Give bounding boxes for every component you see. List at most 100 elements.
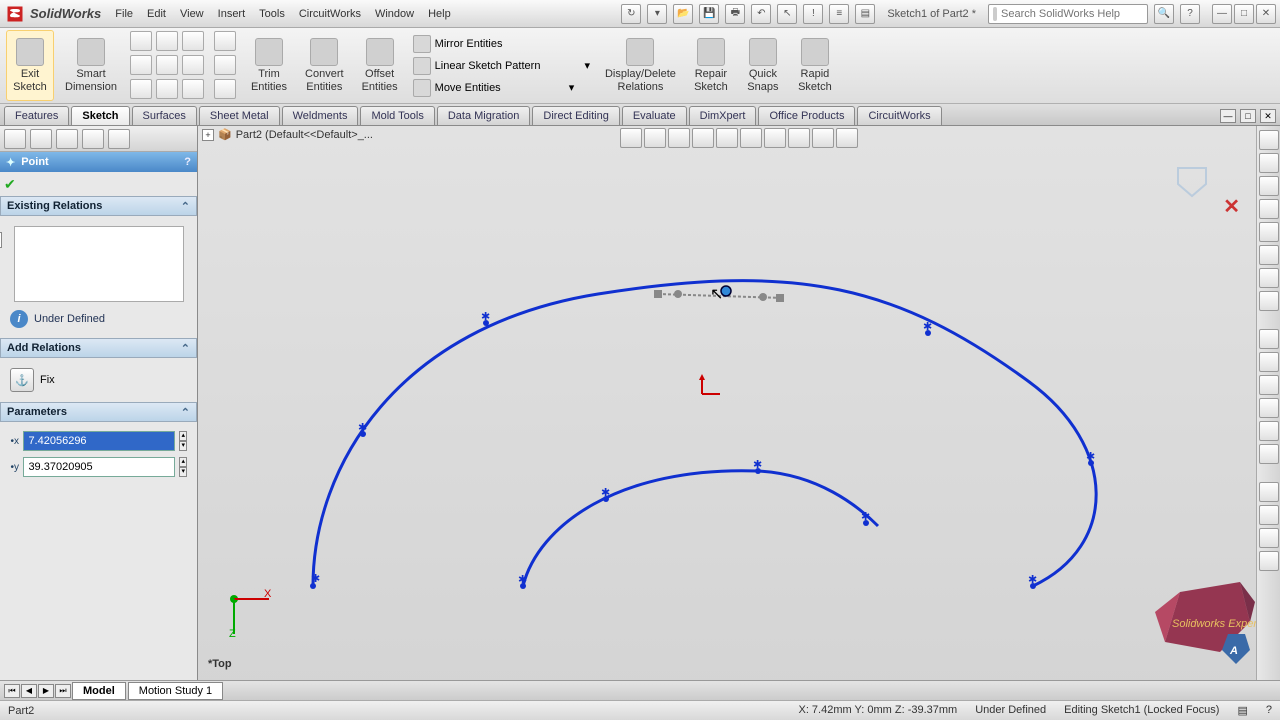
ok-button[interactable]: ✔: [4, 176, 20, 192]
rt-4[interactable]: [1259, 199, 1279, 219]
rt-8[interactable]: [1259, 291, 1279, 311]
plane-tool[interactable]: [214, 79, 236, 99]
relations-list[interactable]: [14, 226, 184, 302]
rt-12[interactable]: [1259, 398, 1279, 418]
menu-view[interactable]: View: [180, 8, 204, 20]
rt-18[interactable]: [1259, 551, 1279, 571]
trim-button[interactable]: Trim Entities: [244, 30, 294, 101]
circle-tool[interactable]: [156, 31, 178, 51]
pattern-button[interactable]: Linear Sketch Pattern▾: [409, 57, 594, 75]
status-custom-icon[interactable]: ▤: [1237, 704, 1247, 717]
tab-sheetmetal[interactable]: Sheet Metal: [199, 106, 280, 125]
options2-button[interactable]: ▤: [855, 4, 875, 24]
toolbar-refresh-icon[interactable]: ↻: [621, 4, 641, 24]
param-y-input[interactable]: [23, 457, 175, 477]
menu-tools[interactable]: Tools: [259, 8, 285, 20]
rapid-button[interactable]: Rapid Sketch: [791, 30, 839, 101]
arc-tool[interactable]: [182, 31, 204, 51]
repair-button[interactable]: Repair Sketch: [687, 30, 735, 101]
print-button[interactable]: 🖶: [725, 4, 745, 24]
rt-3[interactable]: [1259, 176, 1279, 196]
status-help-icon[interactable]: ?: [1266, 704, 1272, 717]
fillet-tool[interactable]: [182, 79, 204, 99]
bottom-tab-motion[interactable]: Motion Study 1: [128, 682, 223, 700]
help-search[interactable]: [988, 4, 1148, 24]
rebuild-button[interactable]: !: [803, 4, 823, 24]
point-tool[interactable]: [214, 55, 236, 75]
panel-tab-feature[interactable]: [4, 129, 26, 149]
tab-next[interactable]: ▶: [38, 684, 54, 698]
offset-button[interactable]: Offset Entities: [355, 30, 405, 101]
exit-sketch-button[interactable]: Exit Sketch: [6, 30, 54, 101]
options-button[interactable]: ≡: [829, 4, 849, 24]
rt-16[interactable]: [1259, 505, 1279, 525]
rt-10[interactable]: [1259, 352, 1279, 372]
tab-last[interactable]: ⏭: [55, 684, 71, 698]
rt-5[interactable]: [1259, 222, 1279, 242]
rt-1[interactable]: [1259, 130, 1279, 150]
help-button[interactable]: ?: [1180, 4, 1200, 24]
tab-circuitworks[interactable]: CircuitWorks: [857, 106, 941, 125]
open-button[interactable]: 📂: [673, 4, 693, 24]
tab-prev[interactable]: ◀: [21, 684, 37, 698]
rt-15[interactable]: [1259, 482, 1279, 502]
quick-snaps-button[interactable]: Quick Snaps: [739, 30, 787, 101]
tab-dimxpert[interactable]: DimXpert: [689, 106, 757, 125]
section-existing-relations[interactable]: Existing Relations⌃: [0, 196, 197, 216]
doc-close[interactable]: ✕: [1260, 109, 1276, 123]
text-tool[interactable]: [214, 31, 236, 51]
rectangle-tool[interactable]: [130, 55, 152, 75]
param-x-input[interactable]: [23, 431, 175, 451]
tab-surfaces[interactable]: Surfaces: [132, 106, 197, 125]
pm-help[interactable]: ?: [184, 156, 191, 168]
menu-insert[interactable]: Insert: [218, 8, 246, 20]
spline-tool[interactable]: [182, 55, 204, 75]
panel-tab-property[interactable]: [30, 129, 52, 149]
rt-17[interactable]: [1259, 528, 1279, 548]
section-parameters[interactable]: Parameters⌃: [0, 402, 197, 422]
select-button[interactable]: ↖: [777, 4, 797, 24]
confirm-corner-cancel[interactable]: ✕: [1223, 194, 1240, 219]
new-button[interactable]: ▾: [647, 4, 667, 24]
tab-features[interactable]: Features: [4, 106, 69, 125]
section-add-relations[interactable]: Add Relations⌃: [0, 338, 197, 358]
y-spin-down[interactable]: ▾: [179, 467, 187, 477]
tab-moldtools[interactable]: Mold Tools: [360, 106, 434, 125]
tab-first[interactable]: ⏮: [4, 684, 20, 698]
maximize-button[interactable]: □: [1234, 4, 1254, 24]
convert-button[interactable]: Convert Entities: [298, 30, 351, 101]
ellipse-tool[interactable]: [156, 79, 178, 99]
smart-dimension-button[interactable]: Smart Dimension: [58, 30, 124, 101]
doc-minimize[interactable]: —: [1220, 109, 1236, 123]
tab-directediting[interactable]: Direct Editing: [532, 106, 619, 125]
tab-sketch[interactable]: Sketch: [71, 106, 129, 125]
undo-button[interactable]: ↶: [751, 4, 771, 24]
display-relations-button[interactable]: Display/Delete Relations: [598, 30, 683, 101]
bottom-tab-model[interactable]: Model: [72, 682, 126, 700]
confirm-corner-ok[interactable]: [1174, 164, 1210, 203]
line-tool[interactable]: [130, 31, 152, 51]
rt-2[interactable]: [1259, 153, 1279, 173]
tab-evaluate[interactable]: Evaluate: [622, 106, 687, 125]
rt-13[interactable]: [1259, 421, 1279, 441]
tab-weldments[interactable]: Weldments: [282, 106, 359, 125]
panel-tab-display[interactable]: [108, 129, 130, 149]
tab-office[interactable]: Office Products: [758, 106, 855, 125]
tab-datamigration[interactable]: Data Migration: [437, 106, 531, 125]
y-spin-up[interactable]: ▴: [179, 457, 187, 467]
search-input[interactable]: [1001, 8, 1143, 20]
graphics-area[interactable]: + 📦 Part2 (Default<<Default>_... ✱ ✱ ✱ ✱…: [198, 126, 1280, 700]
menu-help[interactable]: Help: [428, 8, 451, 20]
slot-tool[interactable]: [130, 79, 152, 99]
rt-14[interactable]: [1259, 444, 1279, 464]
rt-6[interactable]: [1259, 245, 1279, 265]
rt-9[interactable]: [1259, 329, 1279, 349]
doc-restore[interactable]: □: [1240, 109, 1256, 123]
panel-tab-config[interactable]: [56, 129, 78, 149]
move-button[interactable]: Move Entities▾: [409, 79, 594, 97]
rt-7[interactable]: [1259, 268, 1279, 288]
mirror-button[interactable]: Mirror Entities: [409, 35, 594, 53]
save-button[interactable]: 💾: [699, 4, 719, 24]
panel-tab-dimxpert[interactable]: [82, 129, 104, 149]
polygon-tool[interactable]: [156, 55, 178, 75]
